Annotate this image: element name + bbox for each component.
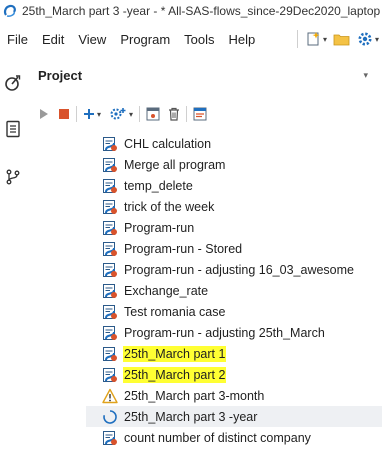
menu-view[interactable]: View (71, 32, 113, 47)
add-query-button[interactable]: ▾ (109, 104, 133, 124)
sas-program-icon (103, 136, 117, 151)
tree-item-temp-delete[interactable]: temp_delete (100, 175, 382, 196)
tree-item-label: Program-run - adjusting 16_03_awesome (124, 262, 354, 277)
tree-item-merge-all-program[interactable]: Merge all program (100, 154, 382, 175)
view-log-button[interactable] (193, 104, 207, 124)
sas-program-icon (103, 157, 117, 172)
sas-program-icon (103, 304, 117, 319)
stop-button[interactable] (58, 104, 70, 124)
menu-program[interactable]: Program (113, 32, 177, 47)
warning-icon (102, 388, 118, 403)
sas-program-icon (103, 283, 117, 298)
tree-item-25th-march-part-3-month[interactable]: 25th_March part 3-month (100, 385, 382, 406)
add-query-icon (110, 108, 126, 120)
tree-item-label: Program-run - Stored (124, 241, 243, 256)
stop-icon (59, 109, 69, 119)
tree-item-label: Exchange_rate (124, 283, 209, 298)
new-file-icon (307, 32, 320, 46)
menubar: File Edit View Program Tools Help ▾ ▾ (0, 27, 382, 51)
new-item-button[interactable]: ▾ (302, 28, 330, 50)
tree-item-program-run-adjusting-16-03[interactable]: Program-run - adjusting 16_03_awesome (100, 259, 382, 280)
tree-item-label: Merge all program (124, 157, 226, 172)
open-folder-button[interactable] (330, 28, 354, 50)
toolbar-separator (76, 106, 77, 122)
play-icon (40, 109, 48, 119)
tree-item-label: temp_delete (124, 178, 193, 193)
tree-item-trick-of-the-week[interactable]: trick of the week (100, 196, 382, 217)
tree-item-exchange-rate[interactable]: Exchange_rate (100, 280, 382, 301)
left-rail (0, 58, 26, 452)
menu-edit[interactable]: Edit (35, 32, 71, 47)
tree-item-label: CHL calculation (124, 136, 212, 151)
tree-item-chl-calculation[interactable]: CHL calculation (100, 133, 382, 154)
window-titlebar: 25th_March part 3 -year - * All-SAS-flow… (0, 0, 382, 22)
tree-item-label: 25th_March part 3 -year (124, 409, 258, 424)
toolbar-separator (186, 106, 188, 122)
tree-item-program-run-stored[interactable]: Program-run - Stored (100, 238, 382, 259)
add-button[interactable]: ▾ (83, 104, 101, 124)
chevron-down-icon: ▾ (374, 34, 379, 44)
delete-button[interactable] (168, 104, 180, 124)
menu-tools[interactable]: Tools (177, 32, 221, 47)
sas-program-icon (103, 430, 117, 445)
tree-item-label: trick of the week (124, 199, 215, 214)
sas-program-icon (103, 367, 117, 382)
window-title: 25th_March part 3 -year - * All-SAS-flow… (22, 4, 382, 18)
tree-item-label: Program-run - adjusting 25th_March (124, 325, 325, 340)
run-button[interactable] (38, 104, 50, 124)
running-spinner-icon (103, 409, 117, 424)
panel-title: Project (38, 68, 83, 83)
chevron-down-icon: ▾ (129, 109, 134, 119)
sas-program-icon (103, 241, 117, 256)
sas-app-icon (3, 4, 16, 17)
sas-program-icon (103, 346, 117, 361)
tree-item-label: 25th_March part 3-month (124, 388, 265, 403)
properties-button[interactable] (146, 104, 160, 124)
document-icon[interactable] (4, 120, 22, 138)
toolbar-separator (139, 106, 141, 122)
tree-item-label: 25th_March part 2 (123, 366, 227, 383)
tree-item-test-romania-case[interactable]: Test romania case (100, 301, 382, 322)
sas-program-icon (103, 220, 117, 235)
tree-item-label: 25th_March part 1 (123, 345, 227, 362)
options-button[interactable]: ▾ (354, 28, 382, 50)
trash-icon (169, 107, 180, 121)
tree-item-25th-march-part-2[interactable]: 25th_March part 2 (100, 364, 382, 385)
tree-item-label: Test romania case (124, 304, 226, 319)
folder-icon (333, 34, 350, 46)
tree-item-count-distinct-company[interactable]: count number of distinct company (100, 427, 382, 448)
main-toolbar: ▾ ▾ (293, 27, 382, 51)
gear-icon (358, 32, 372, 46)
sas-program-icon (103, 178, 117, 193)
tasks-icon[interactable] (4, 74, 22, 92)
project-tree: CHL calculation Merge all program temp_d… (86, 133, 382, 448)
tree-item-label: count number of distinct company (124, 430, 311, 445)
menu-help[interactable]: Help (222, 32, 263, 47)
menu-file[interactable]: File (0, 32, 35, 47)
tree-item-label: Program-run (124, 220, 195, 235)
sas-program-icon (103, 199, 117, 214)
git-branch-icon[interactable] (4, 168, 22, 186)
log-icon (193, 107, 207, 121)
sas-program-icon (103, 262, 117, 277)
properties-icon (146, 107, 160, 121)
chevron-down-icon[interactable]: ▾ (363, 70, 368, 81)
tree-item-25th-march-part-3-year[interactable]: 25th_March part 3 -year (86, 406, 382, 427)
project-toolbar: ▾ ▾ (38, 104, 207, 124)
toolbar-separator (296, 30, 298, 48)
sas-program-icon (103, 325, 117, 340)
plus-icon (84, 109, 94, 119)
tree-item-program-run-adjusting-25th-march[interactable]: Program-run - adjusting 25th_March (100, 322, 382, 343)
chevron-down-icon: ▾ (97, 109, 102, 119)
chevron-down-icon: ▾ (322, 34, 327, 44)
tree-item-program-run[interactable]: Program-run (100, 217, 382, 238)
tree-item-25th-march-part-1[interactable]: 25th_March part 1 (100, 343, 382, 364)
